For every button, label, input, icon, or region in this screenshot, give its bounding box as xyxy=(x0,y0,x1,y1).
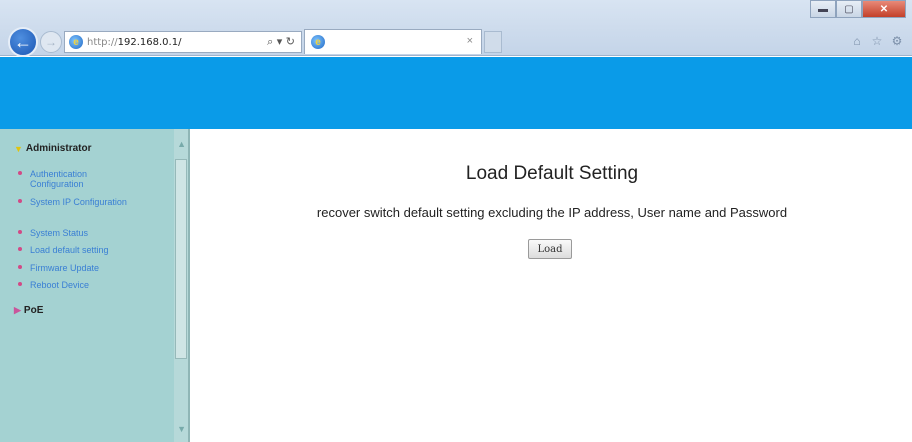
bullet-icon xyxy=(18,171,22,175)
sidebar-item-authentication-configuration[interactable]: Authentication Configuration xyxy=(18,169,140,189)
settings-icon[interactable]: ⚙ xyxy=(890,34,904,48)
bullet-icon xyxy=(18,199,22,203)
sidebar-group-administrator[interactable]: ▼ Administrator xyxy=(14,143,91,154)
sidebar-item-label: System Status xyxy=(30,228,89,238)
url-protocol: http:// xyxy=(87,36,118,48)
address-bar[interactable]: e http:// 192.168.0.1/ ⌕ ▾ ↻ xyxy=(64,31,302,53)
browser-chrome: ← → e http:// 192.168.0.1/ ⌕ ▾ ↻ e × ▬ ▢… xyxy=(0,0,912,57)
ie-tab-icon: e xyxy=(311,35,325,49)
browser-toolbar: ⌂ ☆ ⚙ xyxy=(850,34,904,48)
home-icon[interactable]: ⌂ xyxy=(850,34,864,48)
load-button[interactable]: Load xyxy=(528,239,572,259)
page-title: Load Default Setting xyxy=(465,163,639,184)
tab-close-icon[interactable]: × xyxy=(467,35,473,47)
sidebar-item-label: Authentication Configuration xyxy=(30,169,88,189)
favorites-icon[interactable]: ☆ xyxy=(870,34,884,48)
bullet-icon xyxy=(18,265,22,269)
browser-window: ← → e http:// 192.168.0.1/ ⌕ ▾ ↻ e × ▬ ▢… xyxy=(0,0,912,442)
back-button[interactable]: ← xyxy=(8,27,38,57)
sidebar-item-system-ip-configuration[interactable]: System IP Configuration xyxy=(18,197,140,207)
bullet-icon xyxy=(18,282,22,286)
bullet-icon xyxy=(18,230,22,234)
page-description: recover switch default setting excluding… xyxy=(316,205,788,220)
sidebar: ▼ Administrator Authentication Configura… xyxy=(0,129,190,442)
minimize-button[interactable]: ▬ xyxy=(810,0,836,18)
bullet-icon xyxy=(18,247,22,251)
new-tab-button[interactable] xyxy=(484,31,502,53)
window-controls: ▬ ▢ ✕ xyxy=(810,0,906,18)
sidebar-item-label: Reboot Device xyxy=(30,280,90,290)
sidebar-item-load-default-setting[interactable]: Load default setting xyxy=(18,245,140,255)
sidebar-item-system-status[interactable]: System Status xyxy=(18,228,140,238)
close-button[interactable]: ✕ xyxy=(862,0,906,18)
ie-logo-icon: e xyxy=(69,35,83,49)
scrollbar-thumb[interactable] xyxy=(175,159,187,359)
main-content: Load Default Setting recover switch defa… xyxy=(192,129,912,442)
sidebar-scrollbar[interactable]: ▲ ▼ xyxy=(174,129,188,442)
url-host: 192.168.0.1/ xyxy=(117,36,182,48)
scroll-up-icon[interactable]: ▲ xyxy=(177,139,186,149)
scroll-down-icon[interactable]: ▼ xyxy=(177,424,186,434)
arrow-left-icon: ← xyxy=(14,31,32,52)
sidebar-group-label: PoE xyxy=(23,305,44,316)
folder-closed-icon: ▶ xyxy=(14,305,21,315)
address-controls[interactable]: ⌕ ▾ ↻ xyxy=(267,35,295,49)
maximize-button[interactable]: ▢ xyxy=(836,0,862,18)
sidebar-group-poe[interactable]: ▶ PoE xyxy=(14,305,43,316)
arrow-right-icon: → xyxy=(45,35,57,49)
sidebar-item-label: System IP Configuration xyxy=(30,197,127,207)
sidebar-item-label: Firmware Update xyxy=(30,263,100,273)
tab-current[interactable]: e × xyxy=(304,29,482,54)
sidebar-group-label: Administrator xyxy=(25,143,92,154)
forward-button[interactable]: → xyxy=(40,31,62,53)
sidebar-item-reboot-device[interactable]: Reboot Device xyxy=(18,280,140,290)
header-banner xyxy=(0,57,912,129)
folder-open-icon: ▼ xyxy=(14,143,23,154)
sidebar-item-label: Load default setting xyxy=(30,245,109,255)
sidebar-item-firmware-update[interactable]: Firmware Update xyxy=(18,263,140,273)
